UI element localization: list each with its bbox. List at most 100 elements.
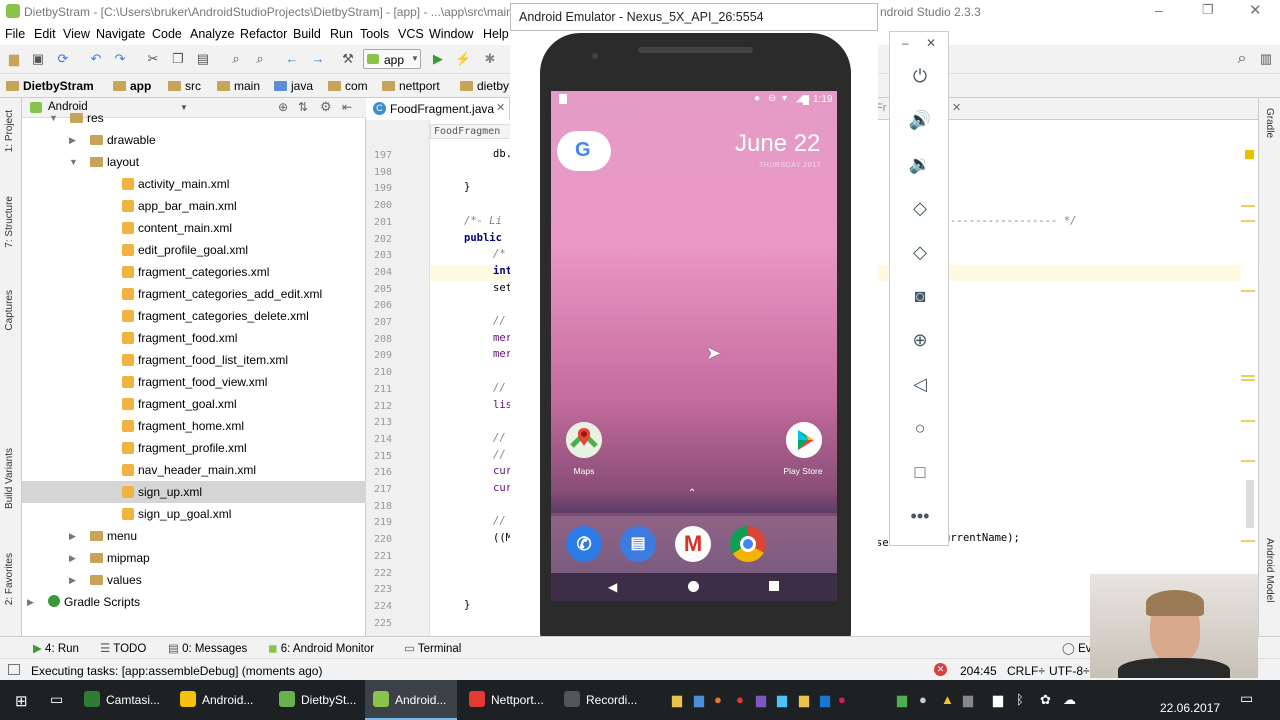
event-log-tab[interactable]: ◯ Ev xyxy=(1062,641,1092,655)
minimize-icon[interactable]: – xyxy=(1155,2,1163,18)
taskbar-date[interactable]: 22.06.2017 xyxy=(1160,701,1220,715)
chevron-right-icon[interactable]: ▶ xyxy=(69,525,76,547)
tray-app-icon[interactable]: ▆ xyxy=(777,692,787,708)
power-icon[interactable]: ⏻ xyxy=(907,63,933,89)
bluetooth-icon[interactable]: ᛒ xyxy=(1016,692,1024,707)
make-project-icon[interactable]: ⚒ xyxy=(340,51,356,67)
volume-up-icon[interactable]: 🔊 xyxy=(907,107,933,133)
copy-icon[interactable]: ❐ xyxy=(170,51,186,67)
gmail-icon[interactable]: M xyxy=(675,526,711,562)
breadcrumb-com[interactable]: com xyxy=(328,79,368,93)
chevron-right-icon[interactable]: ▶ xyxy=(69,129,76,151)
close-icon[interactable]: ✕ xyxy=(926,36,936,50)
chevron-down-icon[interactable]: ▼ xyxy=(69,151,78,173)
find-icon[interactable]: ⌕ xyxy=(228,51,244,67)
tray-app-icon[interactable]: ▆ xyxy=(820,692,830,708)
menu-run[interactable]: Run xyxy=(330,27,353,41)
taskbar-item[interactable]: Android... xyxy=(172,680,267,720)
taskbar-item[interactable]: DietbySt... xyxy=(271,680,361,720)
cursor-position[interactable]: 204:45 xyxy=(960,664,997,678)
run-config-select[interactable]: app ▼ xyxy=(363,49,421,69)
breadcrumb-src[interactable]: src xyxy=(168,79,201,93)
breadcrumb-app[interactable]: app xyxy=(113,79,151,93)
search-icon[interactable]: ⌕ xyxy=(1234,51,1250,67)
back-icon[interactable]: ◁ xyxy=(907,371,933,397)
chevron-down-icon[interactable]: ▼ xyxy=(49,107,58,129)
collapse-all-icon[interactable]: ⇅ xyxy=(298,100,308,114)
close-icon[interactable]: ✕ xyxy=(1249,1,1262,19)
tray-app-icon[interactable]: ▆ xyxy=(694,692,704,708)
tray-app-icon[interactable]: ▆ xyxy=(799,692,809,708)
redo-icon[interactable]: ↷ xyxy=(112,51,128,67)
tree-item[interactable]: sign_up.xml xyxy=(22,481,366,503)
minimize-icon[interactable]: – xyxy=(902,36,909,50)
tray-app-icon[interactable]: ● xyxy=(714,692,722,707)
tray-app-icon[interactable]: ▲ xyxy=(941,692,954,707)
chevron-down-icon[interactable]: ▼ xyxy=(180,103,188,112)
more-icon[interactable]: ••• xyxy=(907,503,933,529)
menu-analyze[interactable]: Analyze xyxy=(190,27,234,41)
task-view-icon[interactable]: ▭ xyxy=(50,691,63,708)
zoom-icon[interactable]: ⊕ xyxy=(907,327,933,353)
replace-icon[interactable]: ⌕ xyxy=(252,51,268,67)
notifications-icon[interactable]: ▭ xyxy=(1240,690,1253,707)
taskbar-item[interactable]: Nettport... xyxy=(461,680,553,720)
scroll-from-source-icon[interactable]: ⊕ xyxy=(278,100,288,114)
nav-overview-icon[interactable] xyxy=(769,581,779,591)
rotate-right-icon[interactable]: ◇ xyxy=(907,239,933,265)
tab-run[interactable]: ▶ 4: Run xyxy=(33,641,79,655)
start-icon[interactable]: ⊞ xyxy=(15,692,28,710)
error-icon[interactable]: ✕ xyxy=(934,663,947,676)
tray-app-icon[interactable]: ▆ xyxy=(993,692,1003,708)
back-nav-icon[interactable]: ← xyxy=(284,51,300,67)
menu-help[interactable]: Help xyxy=(483,27,509,41)
tab-terminal[interactable]: ▭ Terminal xyxy=(404,641,461,655)
tab-captures[interactable]: Captures xyxy=(4,290,15,331)
camera-icon[interactable]: ◙ xyxy=(907,283,933,309)
tray-app-icon[interactable]: ✿ xyxy=(1040,692,1051,708)
tab-gradle[interactable]: Gradle xyxy=(1264,108,1275,138)
save-icon[interactable]: ▣ xyxy=(30,51,46,67)
tab-build-variants[interactable]: Build Variants xyxy=(4,448,15,509)
home-icon[interactable]: ○ xyxy=(907,415,933,441)
chevron-right-icon[interactable]: ▶ xyxy=(27,591,34,613)
gear-icon[interactable]: ⚙ xyxy=(320,99,332,115)
phone-screen[interactable]: ● ⊖ ▾ ◢ 1:19 G June 22 THURSDAY 2017 Map… xyxy=(551,91,837,601)
tab-messages[interactable]: ▤ 0: Messages xyxy=(168,641,247,655)
forward-nav-icon[interactable]: → xyxy=(310,51,326,67)
menu-navigate[interactable]: Navigate xyxy=(96,27,145,41)
tray-app-icon[interactable]: ▆ xyxy=(897,692,907,708)
play-store-app[interactable] xyxy=(785,422,823,460)
nav-back-icon[interactable]: ◀ xyxy=(608,580,617,594)
google-search-widget[interactable]: G xyxy=(557,131,611,171)
tab-foodfragment[interactable]: C FoodFragment.java ✕ xyxy=(366,98,510,120)
tool-windows-icon[interactable] xyxy=(8,664,20,675)
taskbar-item[interactable]: Android... xyxy=(365,680,457,720)
paste-icon[interactable]: ▤ xyxy=(195,51,211,67)
tab-project[interactable]: 1: Project xyxy=(4,110,15,152)
tray-app-icon[interactable]: ● xyxy=(838,692,846,707)
editor-scrollbar-thumb[interactable] xyxy=(1246,480,1254,528)
tab-android-monitor[interactable]: ◼ 6: Android Monitor xyxy=(268,641,374,655)
line-separator[interactable]: CRLF÷ xyxy=(1007,664,1045,678)
rotate-left-icon[interactable]: ◇ xyxy=(907,195,933,221)
run-icon[interactable]: ▶ xyxy=(430,51,446,67)
tray-app-icon[interactable]: ▆ xyxy=(672,692,682,708)
menu-window[interactable]: Window xyxy=(429,27,473,41)
emulator-title-bar[interactable]: Android Emulator - Nexus_5X_API_26:5554 xyxy=(510,3,878,31)
menu-vcs[interactable]: VCS xyxy=(398,27,424,41)
chevron-right-icon[interactable]: ▶ xyxy=(69,547,76,569)
menu-build[interactable]: Build xyxy=(293,27,321,41)
sync-icon[interactable]: ⟳ xyxy=(55,51,71,67)
tray-app-icon[interactable]: ● xyxy=(736,692,744,707)
hide-panel-icon[interactable]: ⇤ xyxy=(342,100,352,114)
overview-icon[interactable]: □ xyxy=(907,459,933,485)
tab-favorites[interactable]: 2: Favorites xyxy=(4,553,15,605)
maps-app[interactable] xyxy=(565,422,603,460)
menu-refactor[interactable]: Refactor xyxy=(240,27,287,41)
menu-file[interactable]: File xyxy=(5,27,25,41)
cloud-icon[interactable]: ☁ xyxy=(1063,692,1076,708)
chrome-icon[interactable] xyxy=(730,526,766,562)
close-tab-icon[interactable]: ✕ xyxy=(952,101,961,114)
open-folder-icon[interactable]: ▆ xyxy=(6,51,22,67)
